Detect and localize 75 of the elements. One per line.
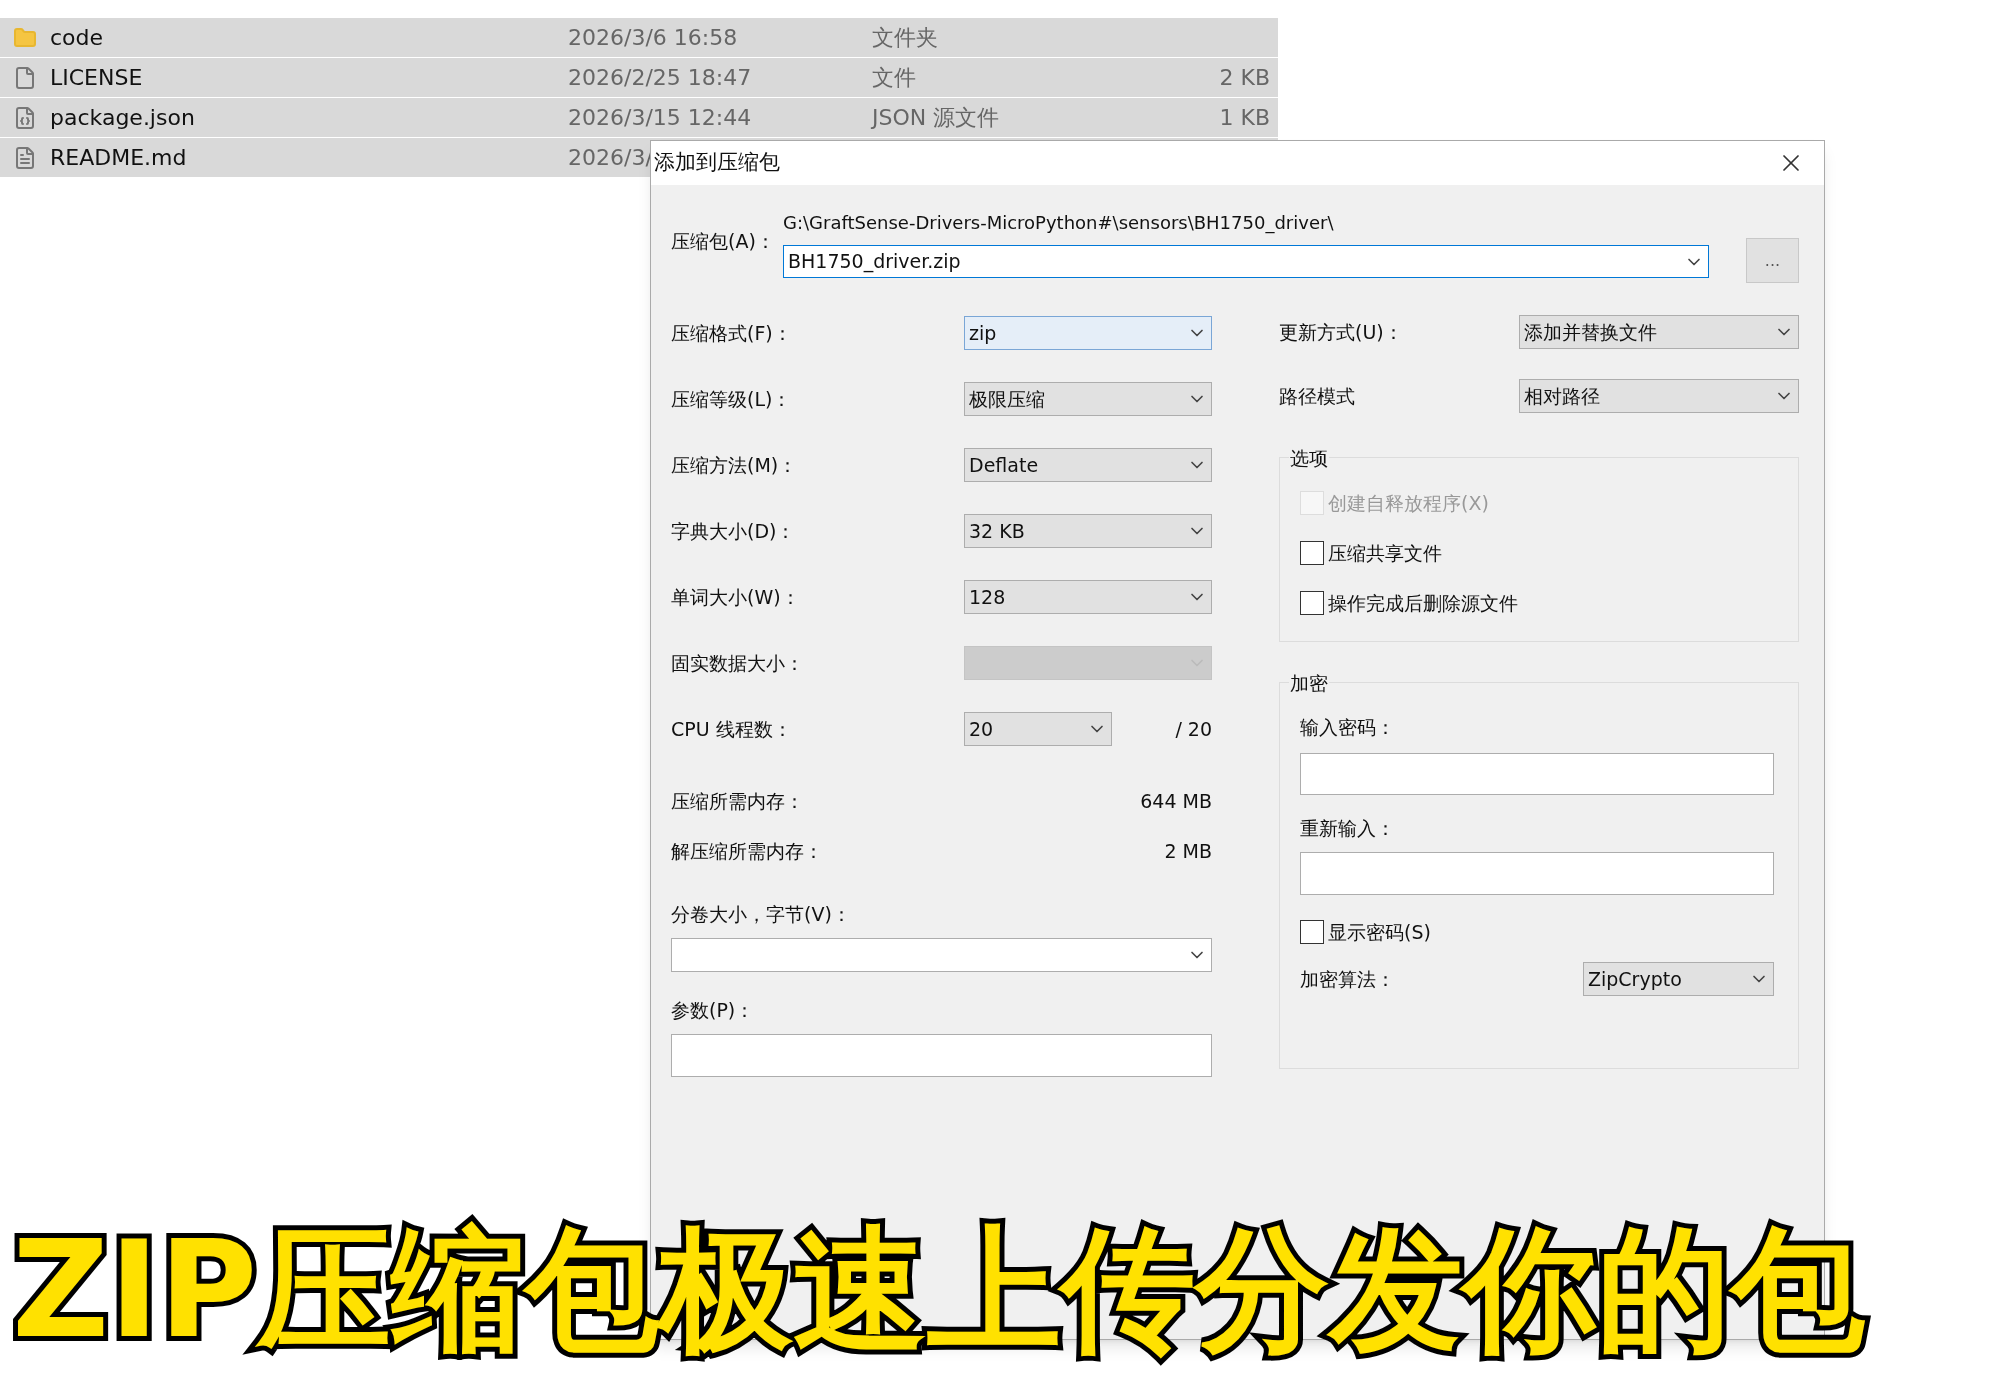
- dropdown[interactable]: [671, 938, 1212, 972]
- field-label: 压缩包(A)：: [671, 229, 776, 254]
- checkbox[interactable]: [1300, 920, 1324, 944]
- checkbox-label: 显示密码(S): [1328, 919, 1431, 945]
- field-label: 压缩方法(M)：: [671, 452, 799, 478]
- field-label: 固实数据大小：: [671, 650, 805, 676]
- file-type: 文件夹: [872, 24, 939, 52]
- field-label: 重新输入：: [1300, 816, 1396, 840]
- file-name: README.md: [50, 144, 188, 172]
- file-name: package.json: [50, 104, 196, 132]
- file-size: 2 KB: [1219, 64, 1270, 92]
- file-name: code: [50, 24, 105, 52]
- field-label: 输入密码：: [1300, 715, 1396, 739]
- field-label: 单词大小(W)：: [671, 584, 801, 610]
- file-name: LICENSE: [50, 64, 144, 92]
- parameters-field[interactable]: [671, 1034, 1212, 1077]
- archive-path: G:\GraftSense-Drivers-MicroPython#\sensors\BH1750_driver\: [783, 211, 1335, 235]
- field-label: 更新方式(U)：: [1279, 319, 1404, 345]
- file-date: 2026/3/: [568, 144, 653, 172]
- dropdown[interactable]: 极限压缩: [964, 382, 1212, 416]
- dropdown-value: 32 KB: [969, 518, 1025, 544]
- video-caption: ZIP压缩包极速上传分发你的包: [12, 1211, 1866, 1370]
- password-field[interactable]: [1300, 852, 1774, 895]
- field-label: 压缩格式(F)：: [671, 320, 793, 346]
- dropdown-value: 添加并替换文件: [1524, 319, 1657, 345]
- checkbox-label: 创建自释放程序(X): [1328, 490, 1489, 516]
- field-label: 压缩所需内存：: [671, 788, 805, 814]
- dropdown[interactable]: 20: [964, 712, 1112, 746]
- dropdown-value: ZipCrypto: [1588, 966, 1682, 992]
- dropdown-value: 128: [969, 584, 1006, 610]
- file-date: 2026/2/25 18:47: [568, 64, 752, 92]
- window-title: 添加到压缩包: [654, 149, 780, 177]
- field-label: 分卷大小，字节(V)：: [671, 902, 852, 926]
- thread-max: / 20: [1175, 716, 1212, 742]
- dropdown-value: Deflate: [969, 452, 1039, 478]
- file-type: 文件: [872, 64, 917, 92]
- file-date: 2026/3/15 12:44: [568, 104, 752, 132]
- checkbox-label: 操作完成后删除源文件: [1328, 590, 1518, 616]
- file-date: 2026/3/6 16:58: [568, 24, 738, 52]
- file-row[interactable]: code 2026/3/6 16:58 文件夹: [0, 18, 1278, 58]
- dropdown[interactable]: 添加并替换文件: [1519, 315, 1799, 349]
- folder-icon: [13, 25, 37, 50]
- field-label: 解压缩所需内存：: [671, 838, 824, 864]
- browse-button[interactable]: ...: [1746, 238, 1799, 283]
- field-label: 字典大小(D)：: [671, 518, 797, 544]
- memory-value: 2 MB: [1164, 838, 1212, 864]
- file-type: JSON 源文件: [872, 104, 1001, 132]
- checkbox-label: 压缩共享文件: [1328, 540, 1442, 566]
- field-label: 压缩等级(L)：: [671, 386, 793, 412]
- dropdown-value: 相对路径: [1524, 383, 1600, 409]
- dropdown[interactable]: 128: [964, 580, 1212, 614]
- file-row[interactable]: package.json 2026/3/15 12:44 JSON 源文件 1 KB: [0, 98, 1278, 138]
- field-label: 路径模式: [1279, 383, 1356, 409]
- dropdown-value: 20: [969, 716, 994, 742]
- file-row[interactable]: LICENSE 2026/2/25 18:47 文件 2 KB: [0, 58, 1278, 98]
- file-icon: [13, 145, 37, 170]
- checkbox[interactable]: [1300, 591, 1324, 615]
- password-field[interactable]: [1300, 753, 1774, 795]
- dropdown[interactable]: 相对路径: [1519, 379, 1799, 413]
- archive-name-field[interactable]: BH1750_driver.zip: [783, 245, 1709, 278]
- dropdown[interactable]: Deflate: [964, 448, 1212, 482]
- checkbox[interactable]: [1300, 541, 1324, 565]
- dropdown[interactable]: 32 KB: [964, 514, 1212, 548]
- dropdown[interactable]: zip: [964, 316, 1212, 350]
- dropdown-value: 极限压缩: [969, 386, 1045, 412]
- field-label: 参数(P)：: [671, 998, 756, 1022]
- dropdown-value: zip: [969, 320, 997, 346]
- file-icon: [13, 65, 37, 90]
- dropdown[interactable]: ZipCrypto: [1583, 962, 1774, 996]
- field-label: 加密算法：: [1300, 966, 1396, 992]
- file-size: 1 KB: [1219, 104, 1270, 132]
- file-icon: [13, 105, 37, 130]
- field-label: CPU 线程数：: [671, 716, 793, 742]
- memory-value: 644 MB: [1140, 788, 1212, 814]
- field-value: BH1750_driver.zip: [788, 249, 961, 275]
